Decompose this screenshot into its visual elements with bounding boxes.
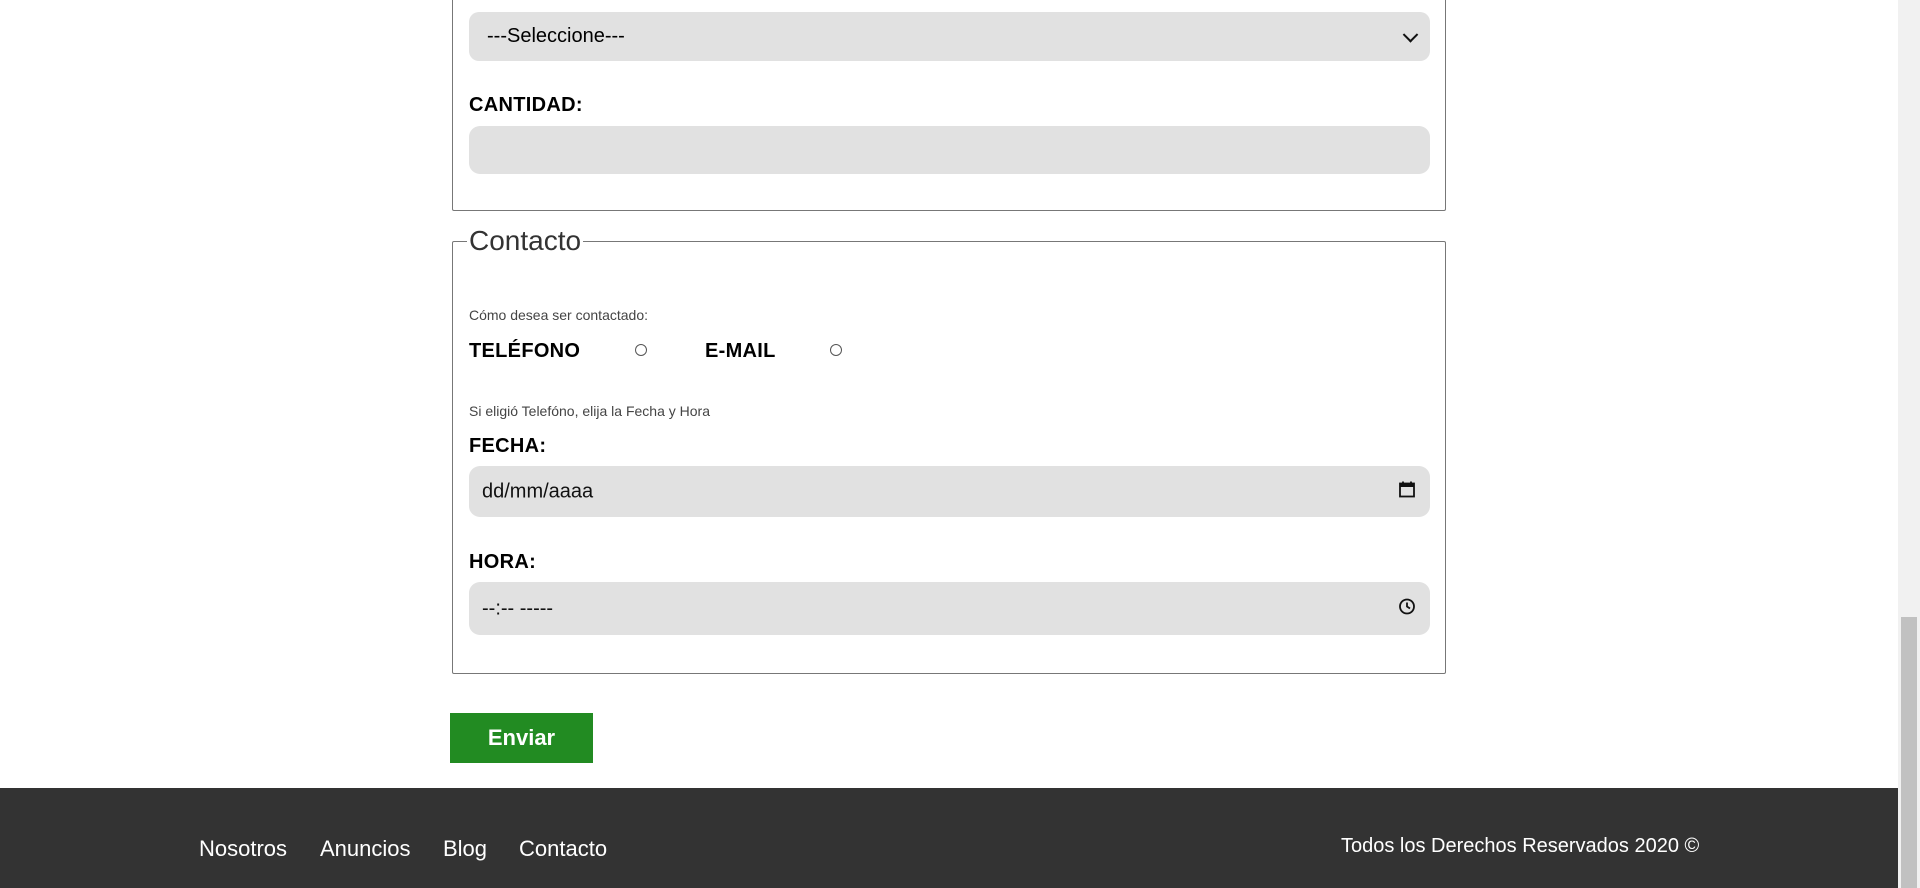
quantity-label: CANTIDAD: (469, 94, 583, 116)
page: ---Seleccione--- CANTIDAD: Contacto Cómo… (0, 0, 1898, 888)
date-placeholder: dd/mm/aaaa (482, 480, 594, 502)
phone-radio[interactable] (635, 344, 647, 356)
phone-hint: Si eligió Telefóno, elija la Fecha y Hor… (469, 403, 710, 419)
footer-link-contacto[interactable]: Contacto (519, 836, 607, 862)
phone-option-label: TELÉFONO (469, 340, 581, 362)
time-input[interactable]: --:-- ----- (469, 582, 1430, 635)
time-label: HORA: (469, 551, 537, 573)
clock-icon[interactable] (1398, 597, 1416, 620)
submit-button[interactable]: Enviar (450, 713, 593, 763)
footer-link-nosotros[interactable]: Nosotros (199, 836, 287, 862)
date-label: FECHA: (469, 435, 547, 457)
chevron-down-icon (1402, 26, 1419, 43)
footer: Nosotros Anuncios Blog Contacto Todos lo… (0, 788, 1898, 888)
quantity-input[interactable] (469, 126, 1430, 174)
time-placeholder: --:-- ----- (482, 597, 554, 619)
copyright-text: Todos los Derechos Reservados 2020 © (1341, 835, 1700, 857)
email-option-label: E-MAIL (705, 340, 776, 362)
date-input[interactable]: dd/mm/aaaa (469, 466, 1430, 517)
page-scrollbar[interactable] (1898, 0, 1920, 888)
select-value: ---Seleccione--- (487, 25, 625, 47)
footer-link-blog[interactable]: Blog (443, 836, 487, 862)
contact-prompt: Cómo desea ser contactado: (469, 307, 648, 323)
product-select[interactable]: ---Seleccione--- (469, 12, 1430, 61)
contact-legend: Contacto (467, 225, 584, 256)
footer-link-anuncios[interactable]: Anuncios (320, 836, 411, 862)
email-radio[interactable] (830, 344, 842, 356)
calendar-icon[interactable] (1398, 480, 1416, 503)
scrollbar-thumb[interactable] (1901, 617, 1917, 888)
